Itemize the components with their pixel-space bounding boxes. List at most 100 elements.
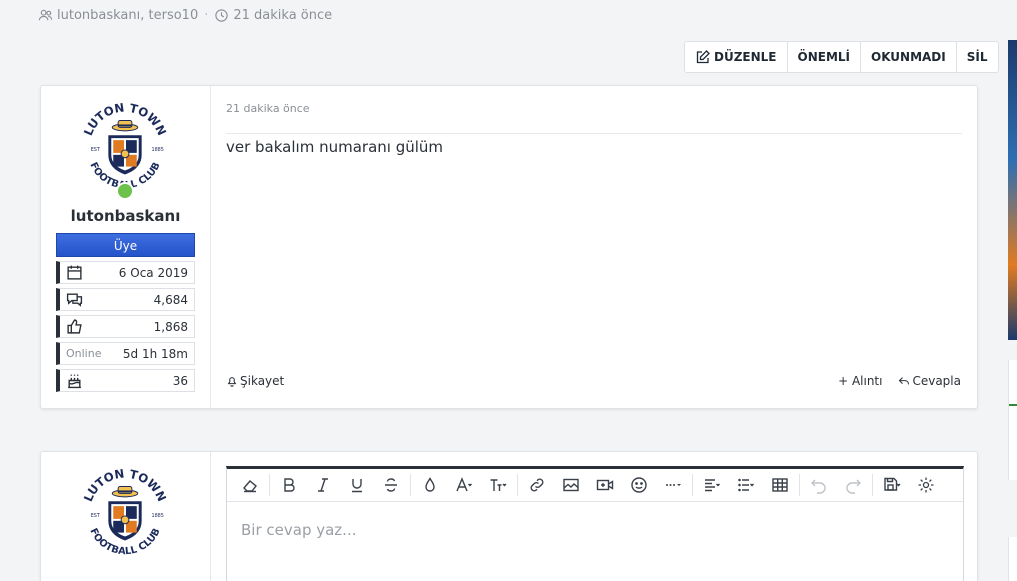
club-logo-avatar[interactable]: LUTON TOWN FOOTBALL CLUB EST 1885 bbox=[76, 464, 174, 562]
stat-age: 36 bbox=[56, 369, 195, 392]
stat-age-value: 36 bbox=[172, 373, 188, 388]
post-content: 21 dakika önce ver bakalım numaranı gülü… bbox=[211, 86, 977, 408]
stat-messages: 4,684 bbox=[56, 288, 195, 311]
toolbar-separator bbox=[410, 474, 411, 496]
online-indicator bbox=[116, 182, 134, 200]
stat-joined-value: 6 Oca 2019 bbox=[118, 265, 188, 280]
undo-icon bbox=[811, 479, 826, 494]
stat-reactions: 1,868 bbox=[56, 315, 195, 338]
thread-meta: lutonbaskanı, terso10 · 21 dakika önce bbox=[38, 8, 332, 23]
stat-online: Online 5d 1h 18m bbox=[56, 342, 195, 365]
underline-icon bbox=[352, 479, 362, 493]
strikethrough-button[interactable] bbox=[374, 469, 408, 502]
undo-button[interactable] bbox=[802, 469, 836, 502]
text-color-button[interactable] bbox=[413, 469, 447, 502]
report-button[interactable]: Şikayet bbox=[226, 374, 284, 388]
list-icon bbox=[738, 478, 754, 492]
stat-online-value: 5d 1h 18m bbox=[122, 346, 188, 361]
comments-icon bbox=[66, 293, 83, 307]
meta-separator: · bbox=[204, 8, 209, 23]
save-icon bbox=[884, 477, 901, 491]
font-size-button[interactable] bbox=[481, 469, 515, 502]
post-message: ver bakalım numaranı gülüm bbox=[226, 138, 444, 156]
role-badge: Üye bbox=[56, 233, 195, 257]
participants[interactable]: lutonbaskanı, terso10 bbox=[57, 8, 198, 23]
toolbar-separator bbox=[517, 474, 518, 496]
edit-label: DÜZENLE bbox=[714, 50, 777, 64]
important-button[interactable]: ÖNEMLİ bbox=[788, 42, 861, 72]
italic-button[interactable] bbox=[306, 469, 340, 502]
users-icon bbox=[38, 9, 53, 21]
font-family-button[interactable] bbox=[447, 469, 481, 502]
delete-button[interactable]: SİL bbox=[957, 42, 998, 72]
username[interactable]: lutonbaskanı bbox=[41, 207, 210, 225]
quote-button[interactable]: + Alıntı bbox=[838, 374, 882, 388]
thread-actions: DÜZENLE ÖNEMLİ OKUNMADI SİL bbox=[684, 41, 999, 73]
video-icon bbox=[596, 479, 614, 491]
calendar-icon bbox=[67, 265, 82, 280]
gear-icon bbox=[918, 477, 934, 493]
align-button[interactable] bbox=[695, 469, 729, 502]
thumbs-up-icon bbox=[67, 319, 82, 334]
post: LUTON TOWN FOOTBALL CLUB EST 1885 lutonb… bbox=[40, 85, 978, 409]
more-options-button[interactable] bbox=[656, 469, 690, 502]
quote-label: + Alıntı bbox=[838, 374, 883, 388]
insert-link-button[interactable] bbox=[520, 469, 554, 502]
align-left-icon bbox=[705, 479, 720, 492]
toolbar-separator bbox=[872, 474, 873, 496]
clock-icon bbox=[215, 9, 229, 22]
toolbar-separator bbox=[269, 474, 270, 496]
edit-icon bbox=[696, 50, 710, 64]
toolbar-separator bbox=[692, 474, 693, 496]
sidebar-banner[interactable] bbox=[1008, 40, 1017, 340]
stat-messages-value: 4,684 bbox=[153, 292, 188, 307]
birthday-cake-icon bbox=[68, 374, 81, 389]
post-footer-actions: + Alıntı Cevapla bbox=[838, 374, 961, 388]
insert-table-button[interactable] bbox=[763, 469, 797, 502]
image-icon bbox=[563, 478, 579, 492]
unread-button[interactable]: OKUNMADI bbox=[861, 42, 957, 72]
drafts-button[interactable] bbox=[875, 469, 909, 502]
sidebar-widget bbox=[1008, 360, 1017, 480]
insert-image-button[interactable] bbox=[554, 469, 588, 502]
underline-button[interactable] bbox=[340, 469, 374, 502]
bold-icon bbox=[284, 478, 295, 492]
smile-icon bbox=[631, 477, 647, 493]
italic-icon bbox=[318, 478, 328, 492]
logo-est: EST bbox=[91, 147, 100, 153]
editor-settings-button[interactable] bbox=[909, 469, 943, 502]
table-icon bbox=[772, 478, 788, 492]
eraser-icon bbox=[243, 480, 257, 493]
emoji-button[interactable] bbox=[622, 469, 656, 502]
user-info: LUTON TOWN FOOTBALL CLUB EST 1885 lutonb… bbox=[41, 86, 211, 408]
reply-icon bbox=[899, 377, 910, 385]
list-button[interactable] bbox=[729, 469, 763, 502]
bell-icon bbox=[227, 377, 237, 387]
redo-icon bbox=[846, 479, 861, 494]
logo-year: 1885 bbox=[151, 513, 163, 519]
editor-toolbar bbox=[227, 469, 963, 502]
sidebar-widget-accent bbox=[1009, 404, 1017, 406]
logo-est: EST bbox=[91, 513, 100, 519]
reply-button[interactable]: Cevapla bbox=[898, 374, 961, 388]
stat-reactions-value: 1,868 bbox=[153, 319, 188, 334]
stat-online-label: Online bbox=[66, 347, 102, 360]
bold-button[interactable] bbox=[272, 469, 306, 502]
edit-button[interactable]: DÜZENLE bbox=[685, 42, 788, 72]
toolbar-separator bbox=[799, 474, 800, 496]
thread-time: 21 dakika önce bbox=[233, 8, 333, 23]
post-divider bbox=[226, 133, 962, 134]
redo-button[interactable] bbox=[836, 469, 870, 502]
droplet-icon bbox=[425, 477, 435, 492]
logo-year: 1885 bbox=[151, 147, 163, 153]
strikethrough-icon bbox=[385, 478, 397, 492]
post-time[interactable]: 21 dakika önce bbox=[226, 102, 310, 115]
insert-video-button[interactable] bbox=[588, 469, 622, 502]
reply-editor-col: Bir cevap yaz... bbox=[211, 452, 977, 581]
stat-joined: 6 Oca 2019 bbox=[56, 261, 195, 284]
rich-text-editor: Bir cevap yaz... bbox=[226, 466, 964, 581]
ellipsis-icon bbox=[666, 484, 681, 486]
link-icon bbox=[530, 478, 544, 492]
reply-input[interactable]: Bir cevap yaz... bbox=[241, 521, 356, 539]
clear-format-button[interactable] bbox=[233, 469, 267, 502]
